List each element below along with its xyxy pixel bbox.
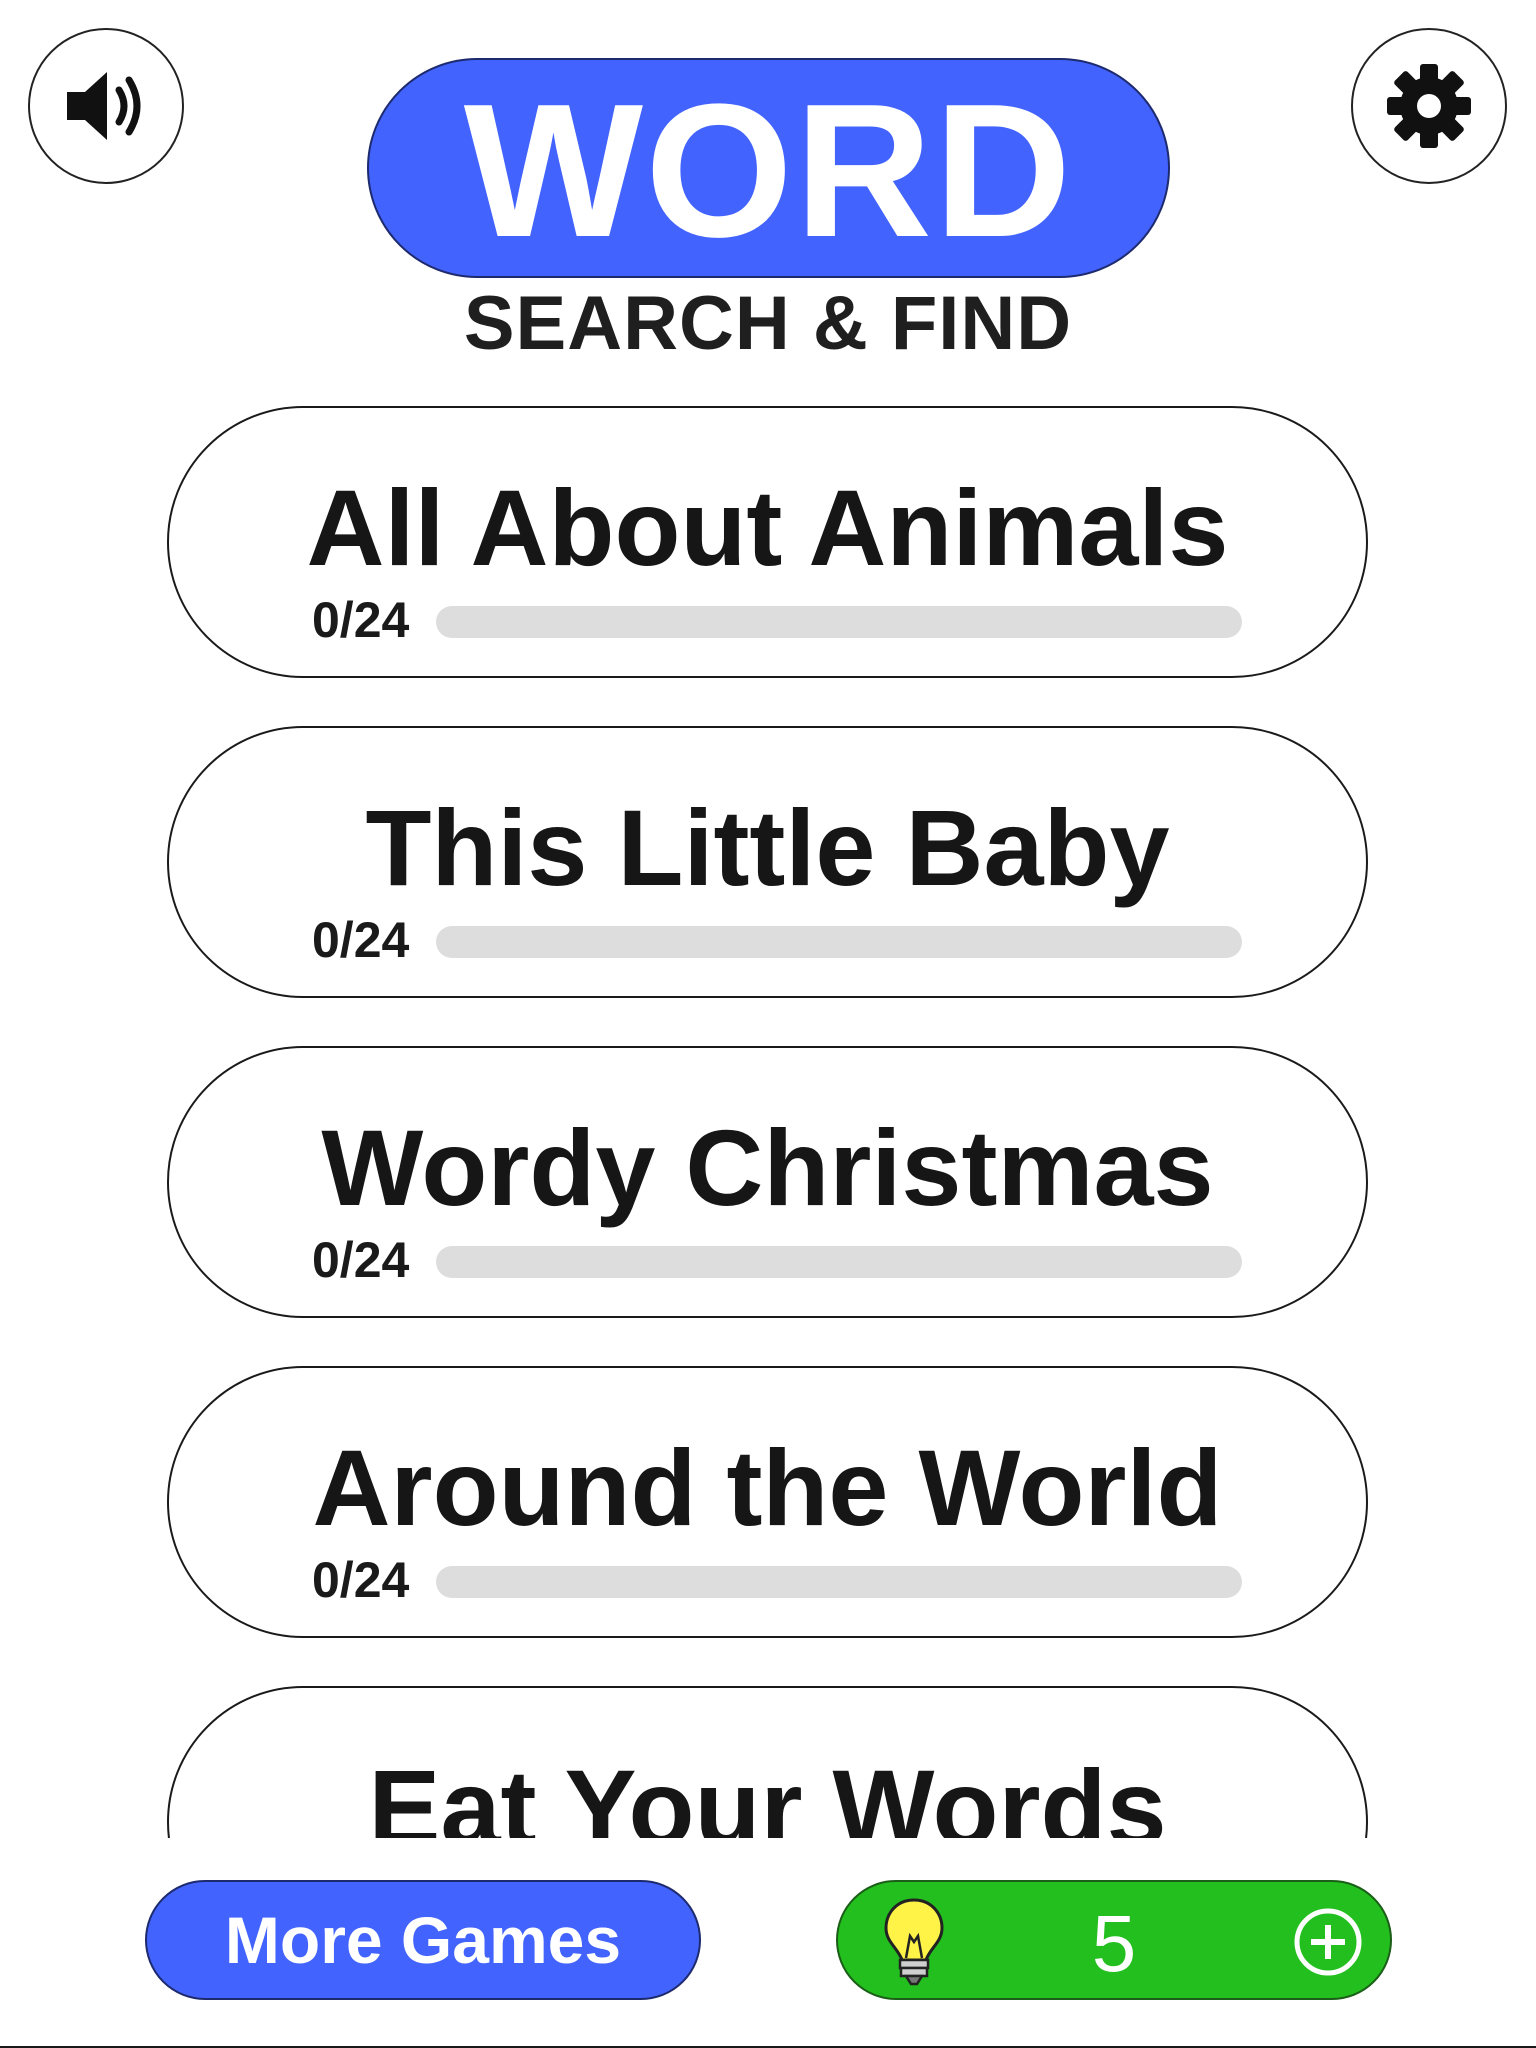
level-title: Eat Your Words xyxy=(368,1747,1167,1839)
level-progress-text: 0/24 xyxy=(312,1552,410,1608)
more-games-button[interactable]: More Games xyxy=(145,1880,701,2000)
level-card-this-little-baby[interactable]: This Little Baby 0/24 xyxy=(167,726,1368,998)
level-progress-bar xyxy=(436,606,1242,638)
hints-button[interactable]: 5 xyxy=(836,1880,1392,2000)
level-card-eat-your-words[interactable]: Eat Your Words xyxy=(167,1686,1368,1838)
more-games-label: More Games xyxy=(224,1903,622,1977)
level-title: Wordy Christmas xyxy=(321,1107,1214,1228)
level-title: All About Animals xyxy=(306,467,1229,588)
level-progress-text: 0/24 xyxy=(312,1232,410,1288)
level-title: This Little Baby xyxy=(365,787,1170,908)
plus-circle-icon[interactable] xyxy=(1292,1906,1364,1978)
level-progress-bar xyxy=(436,1246,1242,1278)
level-card-around-the-world[interactable]: Around the World 0/24 xyxy=(167,1366,1368,1638)
level-list[interactable]: All About Animals 0/24 This Little Baby … xyxy=(0,0,1536,1838)
level-progress-bar xyxy=(436,1566,1242,1598)
level-card-wordy-christmas[interactable]: Wordy Christmas 0/24 xyxy=(167,1046,1368,1318)
level-card-all-about-animals[interactable]: All About Animals 0/24 xyxy=(167,406,1368,678)
level-progress-text: 0/24 xyxy=(312,592,410,648)
level-title: Around the World xyxy=(312,1427,1223,1548)
level-progress-bar xyxy=(436,926,1242,958)
level-progress-text: 0/24 xyxy=(312,912,410,968)
